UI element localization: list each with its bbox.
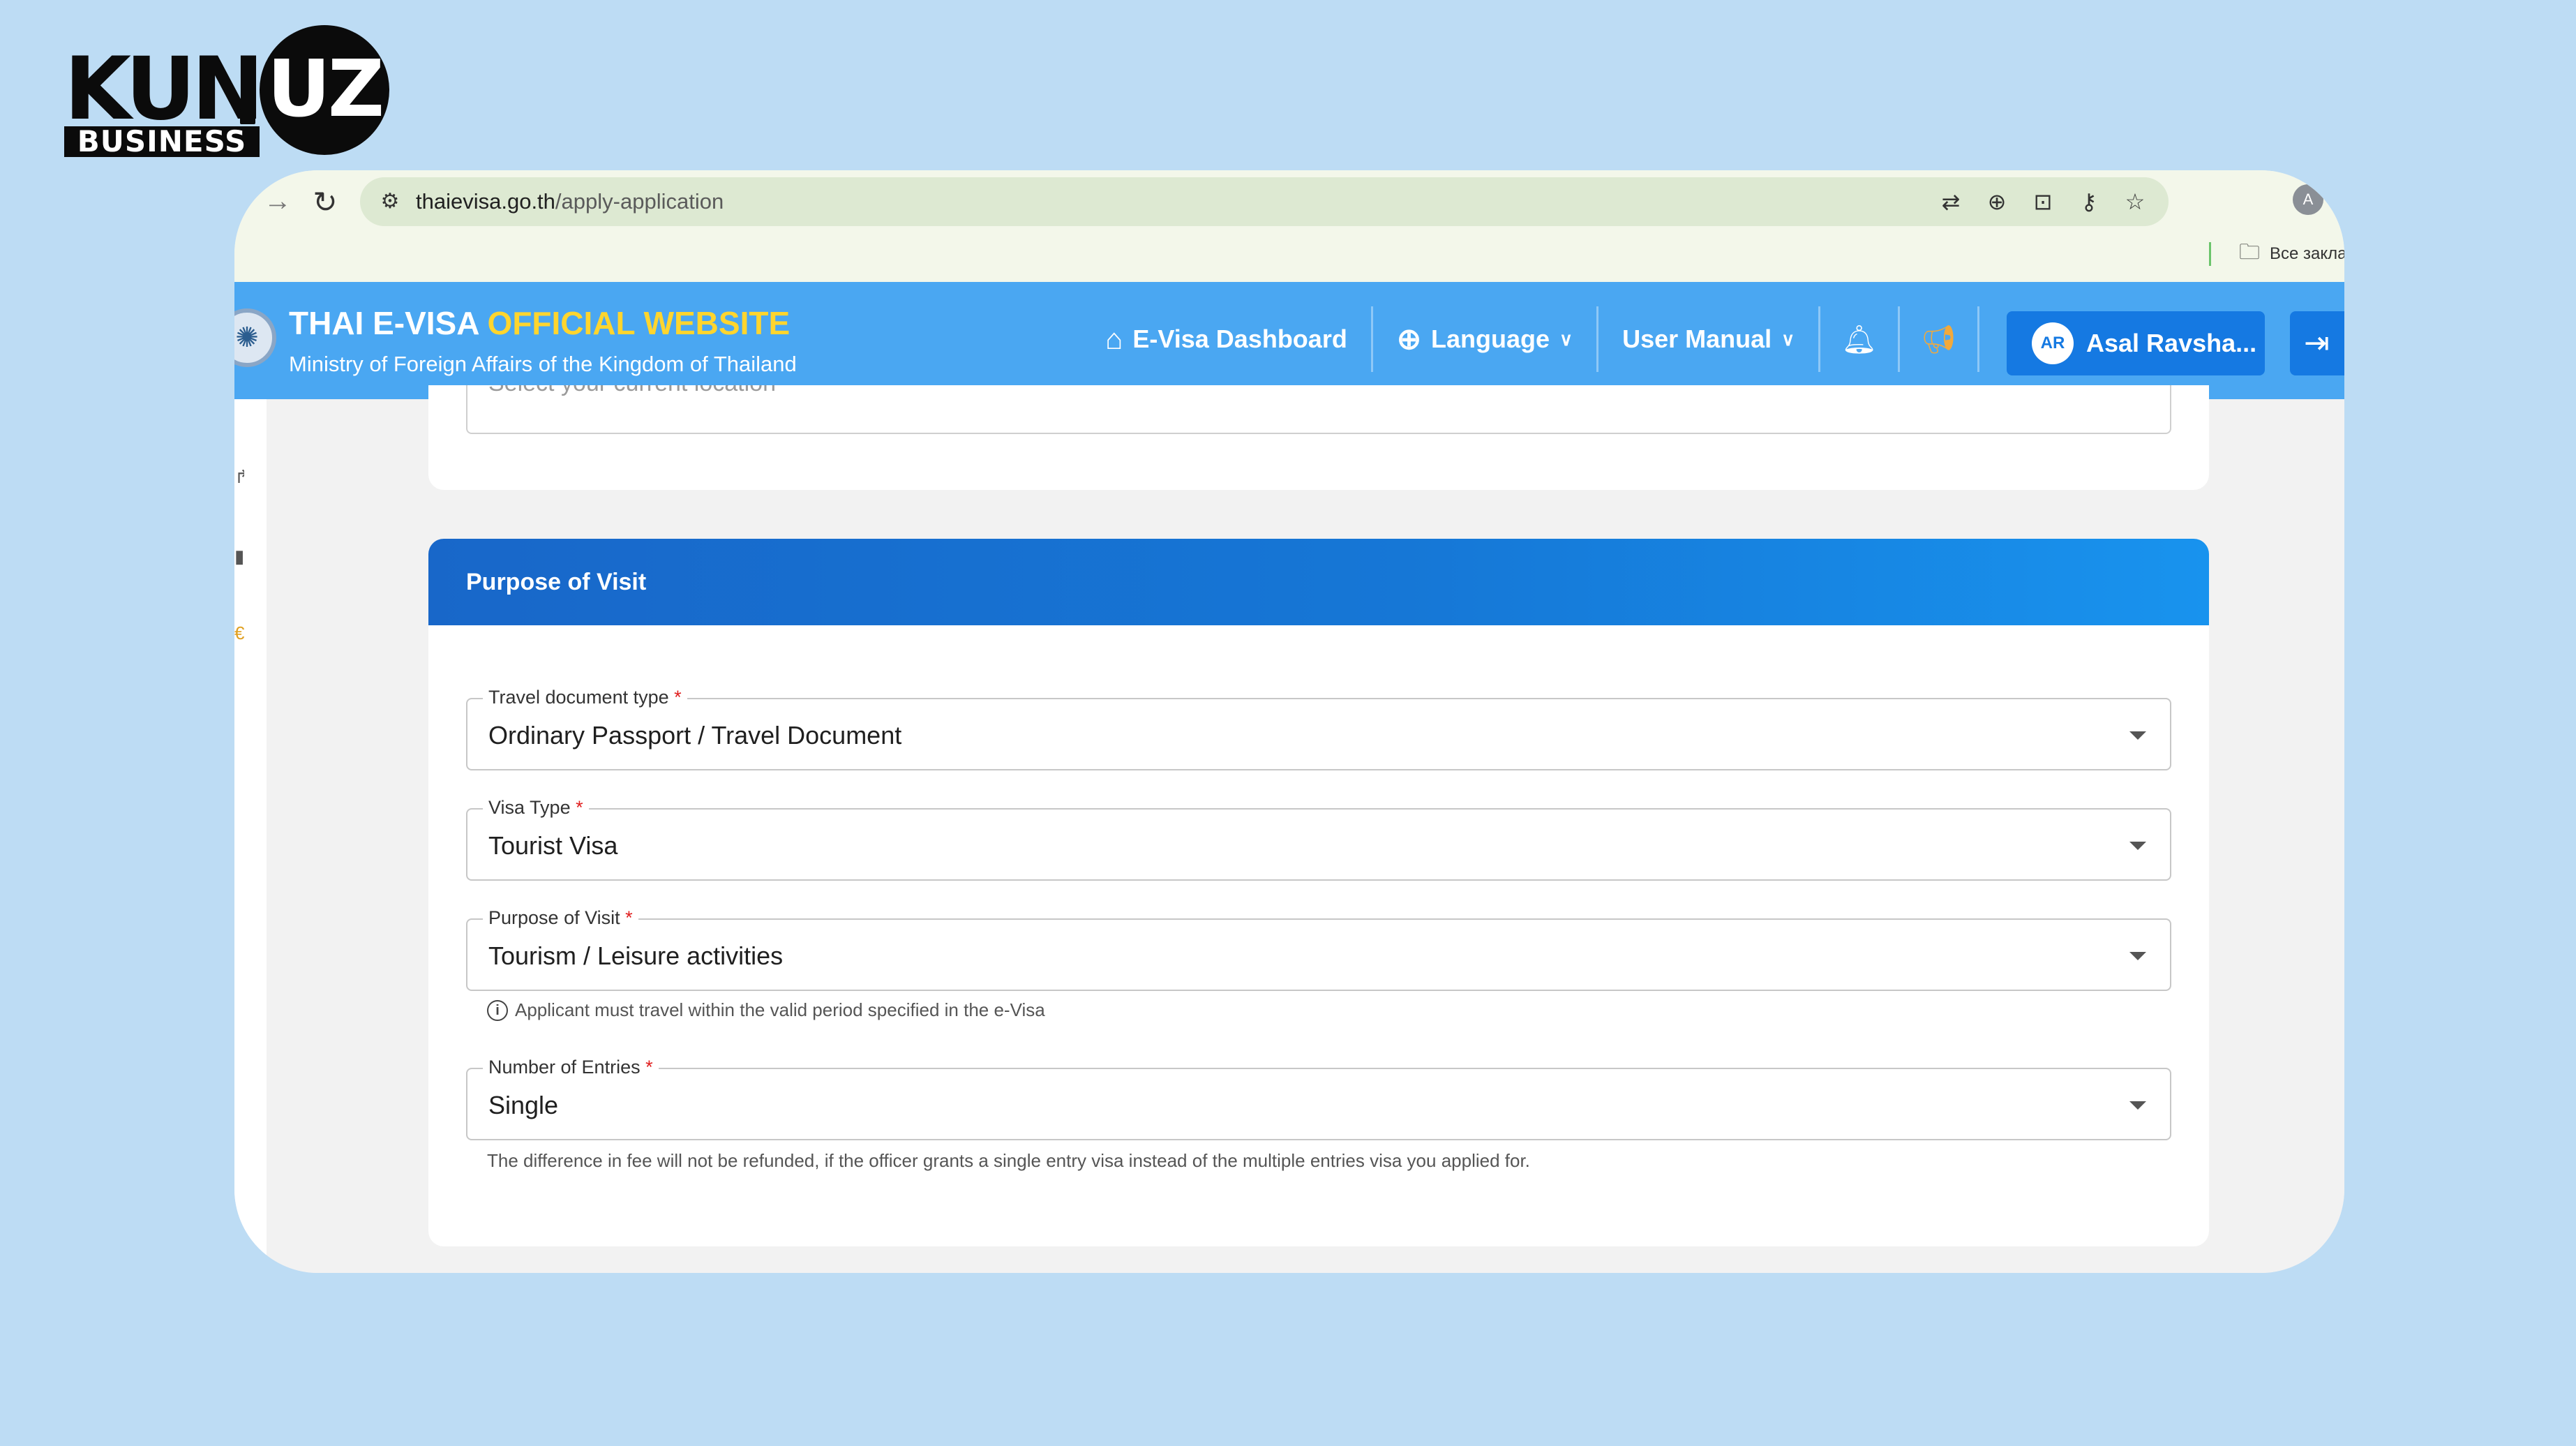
address-bar[interactable]: ⚙ thaievisa.go.th/apply-application ⇄ ⊕ … — [360, 177, 2169, 226]
profile-avatar[interactable]: A — [2293, 184, 2323, 215]
travel-document-type-select[interactable]: Travel document type * Ordinary Passport… — [466, 687, 2171, 770]
sidebar-icon[interactable]: € — [234, 623, 244, 643]
nav-user-manual[interactable]: User Manual ∨ — [1598, 306, 1818, 373]
password-key-icon[interactable]: ⚷ — [2072, 184, 2106, 219]
home-icon: ⌂ — [1105, 322, 1123, 355]
dropdown-arrow-icon[interactable] — [2129, 731, 2146, 740]
location-card: Select your current location — [428, 385, 2209, 490]
visa-type-select[interactable]: Visa Type * Tourist Visa — [466, 797, 2171, 881]
section-title: Purpose of Visit — [466, 569, 647, 595]
info-icon: i — [487, 999, 508, 1021]
browser-toolbar: → ↻ ⚙ thaievisa.go.th/apply-application … — [234, 170, 2344, 282]
logo-uz-circle: UZ — [260, 25, 389, 155]
zoom-icon[interactable]: ⊕ — [1980, 184, 2014, 219]
site-settings-icon[interactable]: ⚙ — [374, 186, 406, 218]
section-header: Purpose of Visit — [428, 539, 2209, 625]
field-value: Tourist Visa — [488, 831, 618, 860]
main-content: ↱ ▮ € Select your current location Purpo… — [234, 385, 2344, 1273]
sidebar: ↱ ▮ € — [234, 399, 267, 1273]
forward-icon[interactable]: → — [258, 181, 297, 221]
nav-dashboard[interactable]: ⌂ E-Visa Dashboard — [1081, 306, 1371, 373]
logo-dot — [240, 109, 255, 124]
site-title-highlight: OFFICIAL WEBSITE — [487, 305, 791, 341]
entries-hint: The difference in fee will not be refund… — [487, 1150, 1530, 1172]
required-marker: * — [645, 1057, 653, 1078]
translate-icon[interactable]: ⇄ — [1934, 184, 1968, 219]
user-name: Asal Ravsha... — [2086, 329, 2257, 357]
nav-user-manual-label: User Manual — [1622, 325, 1772, 353]
location-placeholder: Select your current location — [488, 385, 776, 397]
install-app-icon[interactable]: ⊡ — [2026, 184, 2060, 219]
kun-uz-logo: KUN UZ BUSINESS — [64, 25, 399, 165]
dropdown-arrow-icon[interactable] — [2129, 842, 2146, 850]
logo-business-text: BUSINESS — [64, 126, 260, 157]
bookmark-star-icon[interactable]: ☆ — [2118, 184, 2152, 219]
all-bookmarks-label[interactable]: Все закла — [2270, 244, 2344, 264]
url-host: thaievisa.go.th — [416, 189, 555, 214]
entries-hint-text: The difference in fee will not be refund… — [487, 1150, 1530, 1171]
user-account-button[interactable]: AR Asal Ravsha... — [2007, 311, 2265, 375]
user-avatar: AR — [2032, 322, 2074, 364]
dropdown-arrow-icon[interactable] — [2129, 952, 2146, 960]
browser-window: → ↻ ⚙ thaievisa.go.th/apply-application … — [234, 170, 2344, 1273]
logout-icon: ⇥ — [2304, 326, 2330, 360]
url-text[interactable]: thaievisa.go.th/apply-application — [416, 177, 724, 226]
bell-icon[interactable]: 🔔︎ — [1820, 323, 1898, 356]
nav-language-label: Language — [1431, 325, 1550, 353]
purpose-of-visit-select[interactable]: Purpose of Visit * Tourism / Leisure act… — [466, 907, 2171, 991]
logo-uz-text: UZ — [267, 44, 384, 135]
reload-icon[interactable]: ↻ — [304, 181, 346, 223]
site-title-main: THAI E-VISA — [289, 305, 488, 341]
bookmarks-separator — [2209, 242, 2211, 266]
purpose-of-visit-card: Purpose of Visit Travel document type * … — [428, 539, 2209, 1246]
url-path: /apply-application — [555, 189, 724, 214]
site-subtitle: Ministry of Foreign Affairs of the Kingd… — [289, 352, 797, 376]
megaphone-icon[interactable]: 📢︎ — [1900, 323, 1977, 356]
field-value: Ordinary Passport / Travel Document — [488, 721, 902, 750]
chevron-down-icon: ∨ — [1559, 328, 1573, 350]
purpose-hint-text: Applicant must travel within the valid p… — [515, 999, 1045, 1020]
nav-language[interactable]: ⊕ Language ∨ — [1373, 306, 1596, 373]
logo-kun-text: KUN — [64, 39, 264, 140]
current-location-select[interactable]: Select your current location — [466, 385, 2171, 434]
purpose-hint: i Applicant must travel within the valid… — [487, 999, 1045, 1021]
chevron-down-icon: ∨ — [1781, 328, 1795, 350]
field-value: Single — [488, 1091, 559, 1119]
nav-divider — [1977, 306, 1979, 372]
field-value: Tourism / Leisure activities — [488, 941, 784, 970]
logout-button[interactable]: ⇥ — [2290, 311, 2344, 375]
globe-icon: ⊕ — [1396, 322, 1422, 355]
sidebar-icon[interactable]: ↱ — [234, 466, 244, 487]
dropdown-arrow-icon[interactable] — [2129, 1101, 2146, 1110]
address-bar-actions: ⇄ ⊕ ⊡ ⚷ ☆ — [1934, 184, 2152, 219]
number-of-entries-select[interactable]: Number of Entries * Single — [466, 1057, 2171, 1140]
sidebar-icon[interactable]: ▮ — [234, 546, 244, 567]
folder-icon[interactable]: 🗀 — [2239, 237, 2260, 272]
header-nav: ⌂ E-Visa Dashboard ⊕ Language ∨ User Man… — [1081, 306, 1979, 373]
site-header: ✺ THAI E-VISA OFFICIAL WEBSITE Ministry … — [234, 282, 2344, 399]
bookmarks-bar: 🗀 Все закла — [2209, 239, 2344, 269]
nav-dashboard-label: E-Visa Dashboard — [1132, 325, 1347, 353]
site-title[interactable]: THAI E-VISA OFFICIAL WEBSITE — [289, 304, 790, 342]
ministry-emblem-icon: ✺ — [234, 308, 276, 367]
